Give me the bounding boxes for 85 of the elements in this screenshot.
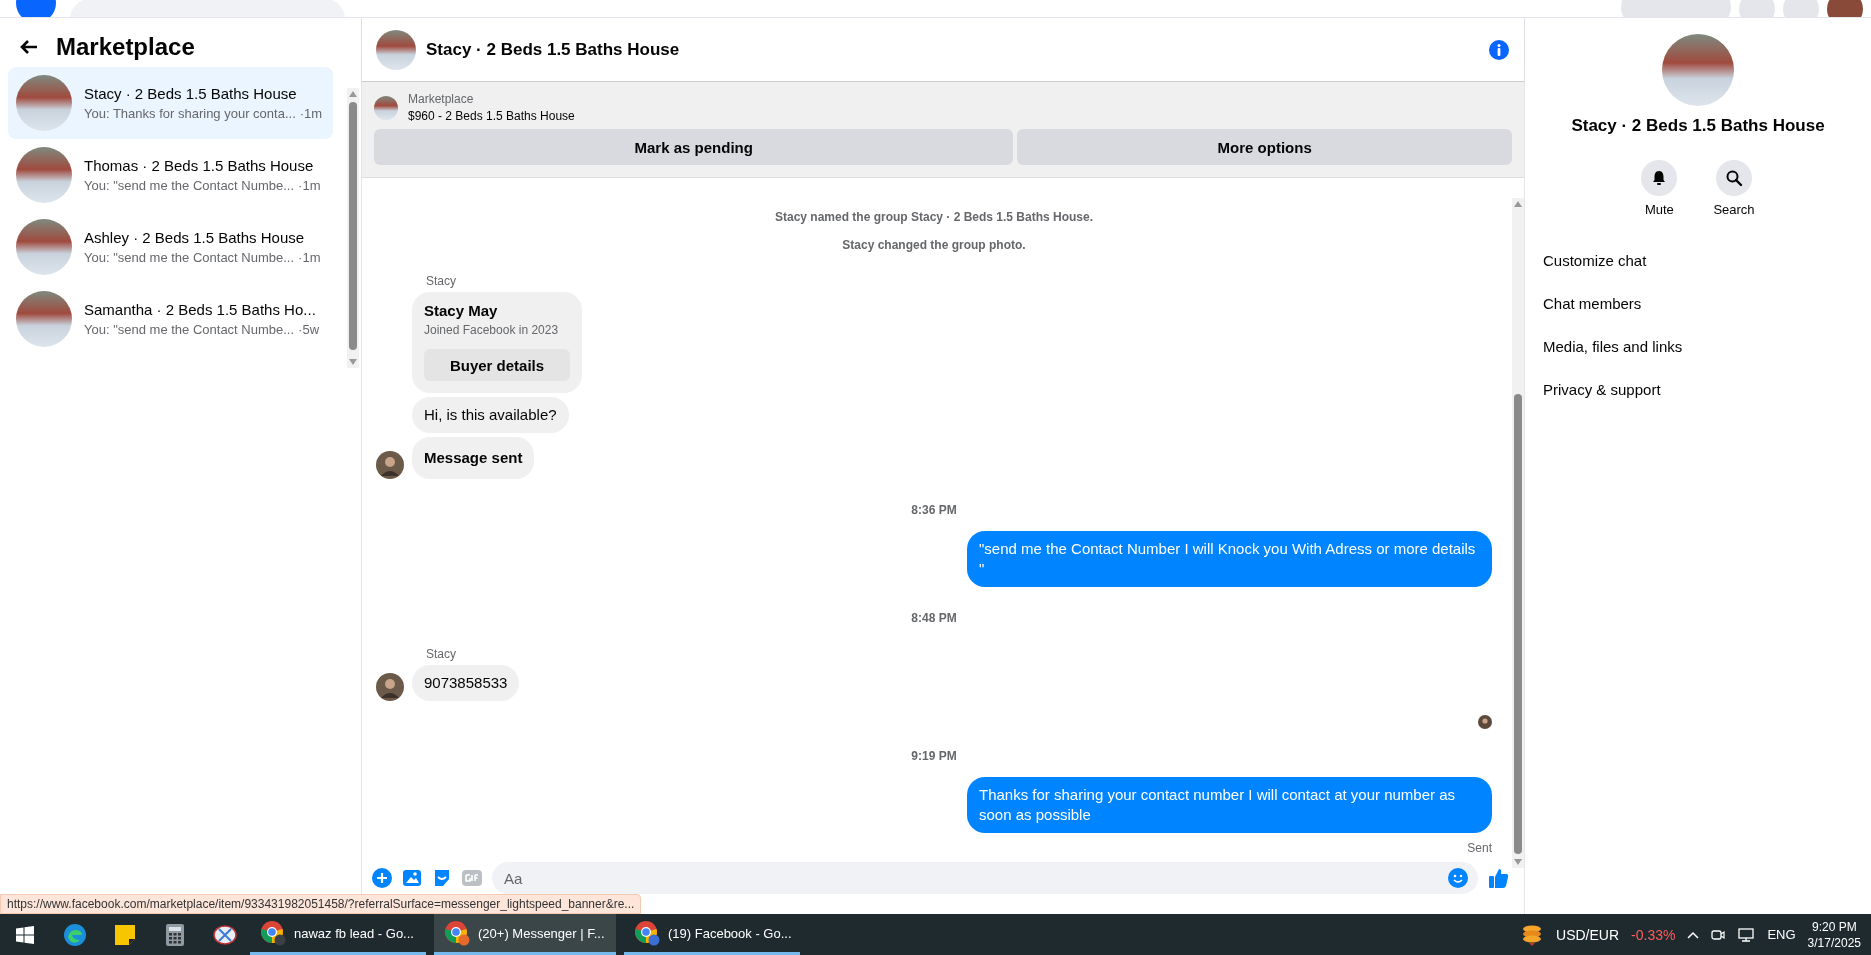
back-arrow-icon[interactable]: [20, 39, 38, 55]
currency-pair: USD/EUR: [1556, 926, 1620, 943]
message-time: ·1m: [298, 250, 321, 265]
image-icon[interactable]: [402, 868, 422, 888]
scroll-up-arrow-icon[interactable]: [1514, 201, 1522, 207]
taskbar-window-button[interactable]: (19) Facebook - Go...: [624, 914, 800, 955]
chrome-icon[interactable]: [444, 920, 470, 946]
listing-action-button[interactable]: Mark as pending: [374, 129, 1014, 165]
photo-placeholder: [376, 29, 416, 70]
photo-placeholder: [16, 291, 72, 347]
timestamp: 9:19 PM: [911, 749, 957, 763]
system-message: Stacy changed the group photo.: [842, 238, 1026, 252]
menu-item[interactable]: Media, files and links: [1533, 325, 1863, 368]
taskbar-clock[interactable]: 9:20 PM 3/17/2025: [1807, 919, 1861, 950]
join-info: Joined Facebook in 2023: [424, 323, 560, 337]
listing-action-button[interactable]: More options: [1017, 129, 1512, 165]
message-status: Sent: [1467, 841, 1492, 855]
message-bubble: 9073858533: [412, 665, 520, 701]
scroll-down-arrow-icon[interactable]: [349, 359, 357, 365]
scroll-up-arrow-icon[interactable]: [349, 91, 357, 97]
conversation-name: Thomas · 2 Beds 1.5 Baths House: [84, 157, 315, 174]
conversation-item[interactable]: Ashley · 2 Beds 1.5 Baths House You: "send me the Contact Numbe... ·1m: [8, 211, 333, 283]
chat-title: Stacy · 2 Beds 1.5 Baths House: [426, 39, 681, 60]
sticker-icon[interactable]: [432, 868, 452, 888]
action-label: Search: [1713, 202, 1755, 217]
action-label: Mute: [1644, 202, 1674, 217]
chrome-icon[interactable]: [260, 920, 286, 946]
message-bubble: Thanks for sharing your contact number I will contact at your number as soon as possible: [967, 777, 1492, 833]
menu-item[interactable]: Privacy & support: [1533, 368, 1863, 411]
message-bubble: "send me the Contact Number I will Knock you With Adress or more details ": [967, 531, 1492, 587]
sender-name: Stacy: [426, 647, 457, 661]
search-icon: [1725, 169, 1743, 187]
seen-avatar-icon: [1478, 715, 1492, 729]
conversation-item[interactable]: Thomas · 2 Beds 1.5 Baths House You: "send me the Contact Numbe... ·1m: [8, 139, 333, 211]
plus-icon[interactable]: [372, 868, 392, 888]
scroll-down-arrow-icon[interactable]: [1514, 859, 1522, 865]
conversation-name: Stacy · 2 Beds 1.5 Baths House: [84, 85, 298, 102]
message-time: ·1m: [299, 106, 323, 121]
network-icon[interactable]: [1737, 926, 1756, 943]
timestamp: 8:36 PM: [911, 503, 957, 517]
buyer-name: Stacy May: [424, 302, 499, 319]
taskbar-window-button[interactable]: (20+) Messenger | F...: [434, 914, 616, 955]
thumbs-up-icon[interactable]: [1488, 867, 1510, 889]
message-preview: You: Thanks for sharing your conta...: [84, 106, 296, 121]
info-icon[interactable]: [1488, 38, 1510, 61]
input-language[interactable]: ENG: [1767, 927, 1796, 942]
group-title: Stacy · 2 Beds 1.5 Baths House: [1571, 116, 1825, 136]
conversation-item[interactable]: Stacy · 2 Beds 1.5 Baths House You: Thanks for sharing your conta... ·1m: [8, 67, 333, 139]
message-input[interactable]: Aa: [492, 862, 1478, 894]
chevron-up-icon[interactable]: [1687, 930, 1700, 939]
message-bubble: Hi, is this available?: [412, 397, 569, 433]
mute-button[interactable]: [1641, 160, 1678, 196]
currency-change: -0.33%: [1631, 926, 1676, 943]
message-time: ·5w: [298, 322, 320, 337]
search-button[interactable]: [1716, 160, 1752, 196]
message-preview: You: "send me the Contact Numbe...: [84, 178, 295, 193]
taskbar-window-button[interactable]: nawaz fb lead - Go...: [250, 914, 426, 955]
conversation-name: Ashley · 2 Beds 1.5 Baths House: [84, 229, 306, 246]
link-preview-url: https://www.facebook.com/marketplace/item/933431982051458/?referralSurface=messenger_lightspeed_banner&re...: [0, 894, 642, 914]
photo-placeholder: [16, 75, 72, 131]
calculator-icon[interactable]: [166, 923, 184, 946]
sidebar-title: Marketplace: [56, 33, 195, 61]
listing-title: $960 - 2 Beds 1.5 Baths House: [408, 109, 575, 123]
timestamp: 8:48 PM: [911, 611, 957, 625]
scrollbar[interactable]: [1512, 198, 1524, 868]
buyer-details-button[interactable]: Buyer details: [424, 349, 570, 381]
listing-label: Marketplace: [408, 92, 475, 106]
message-bubble: Message sent: [412, 437, 535, 479]
conversation-name: Samantha · 2 Beds 1.5 Baths Ho...: [84, 301, 317, 318]
message-preview: You: "send me the Contact Numbe...: [84, 322, 295, 337]
system-message: Stacy named the group Stacy · 2 Beds 1.5 Baths House.: [774, 210, 1094, 224]
photo-placeholder: [16, 219, 72, 275]
windows-start-icon[interactable]: [16, 925, 34, 944]
sender-name: Stacy: [426, 274, 457, 288]
sticky-note-icon[interactable]: [114, 923, 136, 946]
message-preview: You: "send me the Contact Numbe...: [84, 250, 295, 265]
chrome-icon[interactable]: [634, 920, 660, 946]
photo-placeholder: [374, 95, 398, 120]
conversation-item[interactable]: Samantha · 2 Beds 1.5 Baths Ho... You: "send me the Contact Numbe... ·5w: [8, 283, 333, 355]
menu-item[interactable]: Chat members: [1533, 282, 1863, 325]
message-time: ·1m: [298, 178, 321, 193]
menu-item[interactable]: Customize chat: [1533, 239, 1863, 282]
photo-placeholder: [16, 147, 72, 203]
scrollbar[interactable]: [347, 88, 359, 368]
edge-browser-icon[interactable]: [63, 922, 87, 947]
